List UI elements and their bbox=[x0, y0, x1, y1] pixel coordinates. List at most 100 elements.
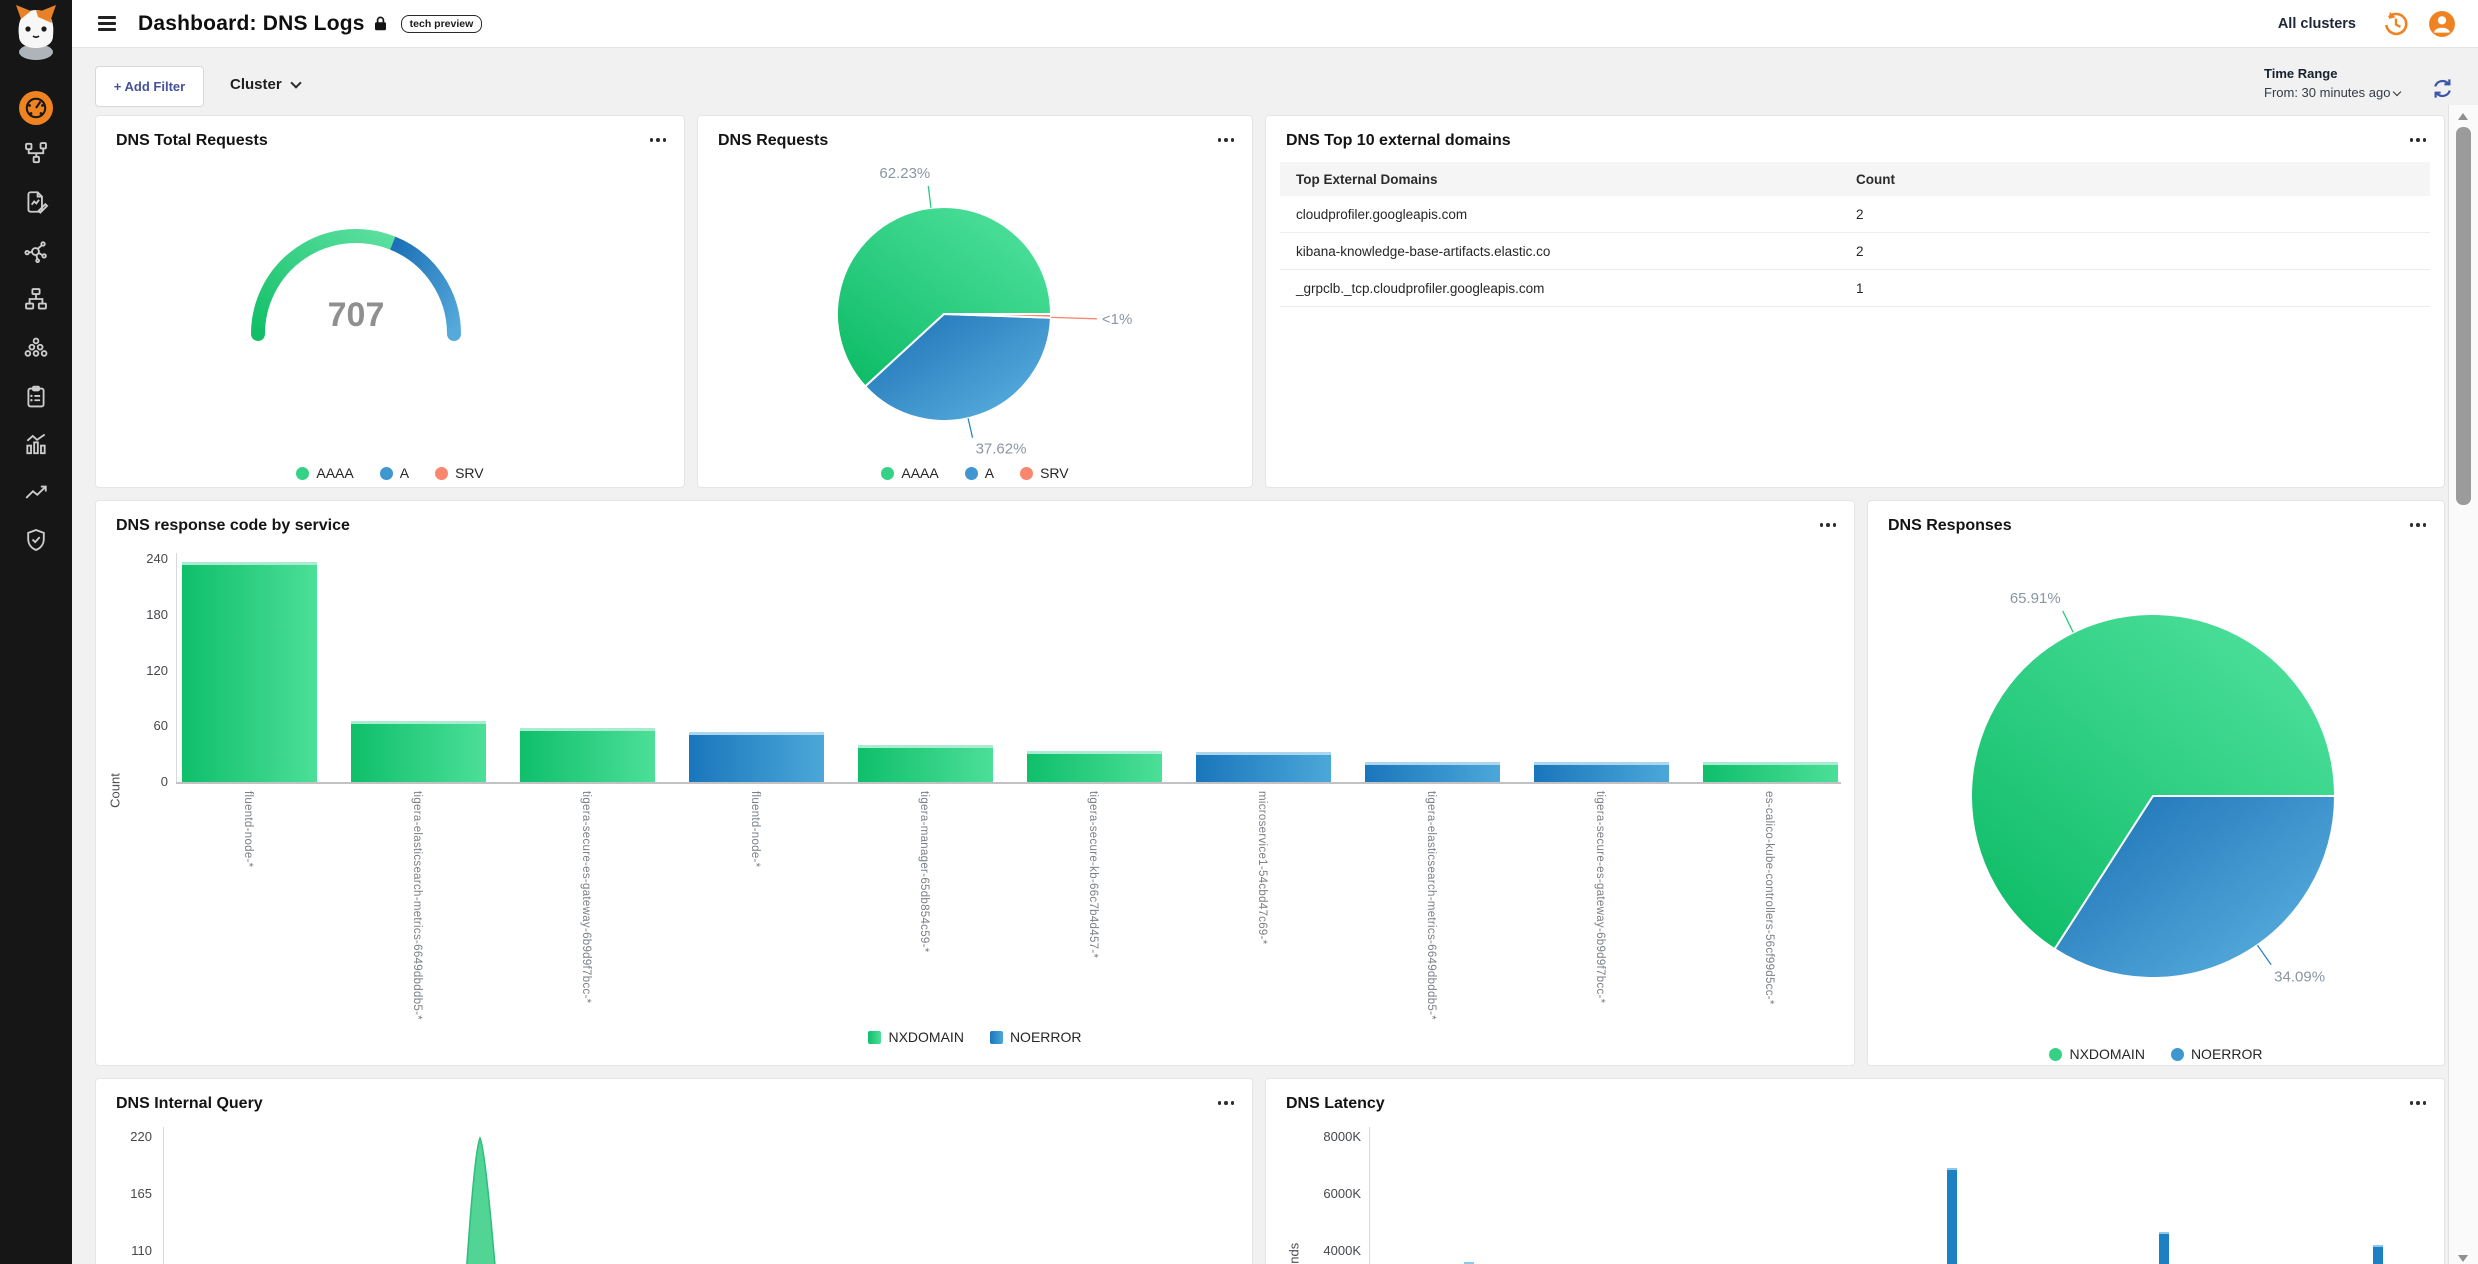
legend-item[interactable]: SRV bbox=[435, 465, 484, 481]
all-clusters-selector[interactable]: All clusters bbox=[2278, 16, 2356, 32]
sidebar-item-activity[interactable] bbox=[0, 431, 72, 457]
panel-menu-icon[interactable] bbox=[650, 138, 667, 142]
bar-nxdomain[interactable] bbox=[858, 745, 993, 782]
bar-cap bbox=[1703, 762, 1838, 765]
vertical-scrollbar[interactable] bbox=[2448, 105, 2478, 1264]
sidebar-item-endpoints[interactable] bbox=[0, 335, 72, 361]
panel-menu-icon[interactable] bbox=[1820, 523, 1837, 527]
bar-nxdomain[interactable] bbox=[1027, 751, 1162, 782]
panel-dns-internal-query: DNS Internal Query 220165110 bbox=[95, 1078, 1253, 1264]
bar-noerror[interactable] bbox=[1365, 762, 1500, 782]
time-range-selector[interactable]: Time Range From: 30 minutes ago bbox=[2264, 66, 2400, 100]
y-axis-tick: 240 bbox=[108, 551, 168, 566]
scrollbar-thumb[interactable] bbox=[2456, 127, 2471, 505]
legend-swatch bbox=[2049, 1048, 2062, 1061]
bar-nxdomain[interactable] bbox=[1703, 762, 1838, 782]
latency-bar[interactable] bbox=[2159, 1232, 2169, 1264]
legend-label: NXDOMAIN bbox=[888, 1029, 963, 1045]
bar-nxdomain[interactable] bbox=[520, 728, 655, 782]
bar-noerror[interactable] bbox=[1534, 762, 1669, 782]
calico-cat-logo[interactable] bbox=[0, 2, 72, 60]
compliance-reports-icon bbox=[23, 384, 49, 410]
bar-cap bbox=[1534, 762, 1669, 765]
x-axis-label: tigera-elasticsearch-metrics-6649dbddb5-… bbox=[1425, 791, 1437, 1020]
domain-cell: _grpclb._tcp.cloudprofiler.googleapis.co… bbox=[1296, 281, 1856, 296]
panel-title: DNS Total Requests bbox=[116, 132, 268, 150]
hamburger-menu-icon[interactable] bbox=[98, 16, 116, 30]
user-avatar-icon[interactable] bbox=[2428, 10, 2456, 38]
gauge-chart: 707 bbox=[236, 214, 476, 359]
scroll-up-icon[interactable] bbox=[2458, 113, 2468, 120]
legend-item[interactable]: AAAA bbox=[296, 465, 353, 481]
sidebar-item-flow-logs[interactable] bbox=[0, 189, 72, 215]
domain-cell: kibana-knowledge-base-artifacts.elastic.… bbox=[1296, 244, 1856, 259]
scroll-down-icon[interactable] bbox=[2458, 1255, 2468, 1262]
latency-bar[interactable] bbox=[1947, 1168, 1957, 1264]
panel-title: DNS Top 10 external domains bbox=[1286, 132, 1511, 150]
sidebar-item-infrastructure[interactable] bbox=[0, 286, 72, 312]
legend-label: AAAA bbox=[316, 465, 353, 481]
table-row: cloudprofiler.googleapis.com2 bbox=[1280, 196, 2430, 233]
y-axis-tick: 0 bbox=[108, 774, 168, 789]
y-axis-tick: 6000K bbox=[1301, 1186, 1361, 1201]
add-filter-button[interactable]: + Add Filter bbox=[95, 66, 204, 107]
trends-icon bbox=[23, 479, 49, 505]
legend-swatch bbox=[380, 467, 393, 480]
legend-item[interactable]: A bbox=[380, 465, 409, 481]
y-axis-tick: 8000K bbox=[1301, 1129, 1361, 1144]
refresh-icon[interactable] bbox=[2430, 76, 2455, 106]
bar-nxdomain[interactable] bbox=[351, 721, 486, 782]
panel-dns-latency: DNS Latency Nanoseconds 8000K6000K4000K bbox=[1265, 1078, 2445, 1264]
endpoints-icon bbox=[23, 335, 49, 361]
calico-cat-logo-image bbox=[9, 2, 63, 60]
sidebar-item-service-graph[interactable] bbox=[0, 140, 72, 166]
chart-legend: NXDOMAIN NOERROR bbox=[96, 1029, 1854, 1045]
column-header: Top External Domains bbox=[1296, 172, 1856, 187]
service-graph-icon bbox=[23, 140, 49, 166]
latency-bar[interactable] bbox=[2373, 1245, 2383, 1264]
table-row: _grpclb._tcp.cloudprofiler.googleapis.co… bbox=[1280, 270, 2430, 307]
chart-legend: NXDOMAIN NOERROR bbox=[1868, 1046, 2444, 1062]
bar-cap bbox=[1947, 1168, 1957, 1170]
legend-swatch bbox=[2171, 1048, 2184, 1061]
pie-label: <1% bbox=[1102, 311, 1132, 328]
legend-item[interactable]: NXDOMAIN bbox=[868, 1029, 963, 1045]
activity-icon bbox=[23, 431, 49, 457]
sidebar-item-dashboards[interactable] bbox=[0, 90, 72, 126]
bar-cap bbox=[182, 562, 317, 565]
panel-menu-icon[interactable] bbox=[2410, 1101, 2427, 1105]
x-axis-label: fluentd-node-* bbox=[242, 791, 254, 867]
tech-preview-badge: tech preview bbox=[401, 15, 483, 33]
chart-legend: AAAAASRV bbox=[96, 465, 684, 481]
sidebar-item-threat-defense[interactable] bbox=[0, 527, 72, 553]
panel-dns-requests: DNS Requests 62.23%37.62%<1% AAAAASRV bbox=[697, 115, 1253, 488]
y-axis-tick: 180 bbox=[108, 607, 168, 622]
legend-item[interactable]: NXDOMAIN bbox=[2049, 1046, 2144, 1062]
legend-swatch bbox=[881, 467, 894, 480]
sidebar-item-compliance-reports[interactable] bbox=[0, 384, 72, 410]
legend-item[interactable]: AAAA bbox=[881, 465, 938, 481]
legend-item[interactable]: A bbox=[965, 465, 994, 481]
cluster-dropdown[interactable]: Cluster bbox=[230, 76, 300, 93]
area-series[interactable] bbox=[451, 1138, 515, 1264]
x-axis-label: tigera-secure-es-gateway-6b9d9f7bcc-* bbox=[580, 791, 592, 1003]
legend-swatch bbox=[965, 467, 978, 480]
bar-cap bbox=[1027, 751, 1162, 754]
legend-item[interactable]: NOERROR bbox=[990, 1029, 1082, 1045]
y-axis-line bbox=[1369, 1127, 1370, 1264]
history-icon[interactable] bbox=[2382, 10, 2410, 38]
sidebar-item-trends[interactable] bbox=[0, 479, 72, 505]
area-chart bbox=[96, 1079, 1254, 1264]
chevron-down-icon bbox=[290, 77, 301, 88]
bar-nxdomain[interactable] bbox=[182, 562, 317, 782]
gauge-value: 707 bbox=[328, 296, 385, 334]
legend-item[interactable]: NOERROR bbox=[2171, 1046, 2263, 1062]
bar-noerror[interactable] bbox=[689, 732, 824, 782]
sidebar-item-network-sets[interactable] bbox=[0, 238, 72, 264]
panel-menu-icon[interactable] bbox=[2410, 138, 2427, 142]
panel-title: DNS Latency bbox=[1286, 1095, 1385, 1113]
legend-item[interactable]: SRV bbox=[1020, 465, 1069, 481]
legend-label: AAAA bbox=[901, 465, 938, 481]
bar-noerror[interactable] bbox=[1196, 752, 1331, 782]
panel-dns-response-code: DNS response code by service Count NXDOM… bbox=[95, 500, 1855, 1066]
